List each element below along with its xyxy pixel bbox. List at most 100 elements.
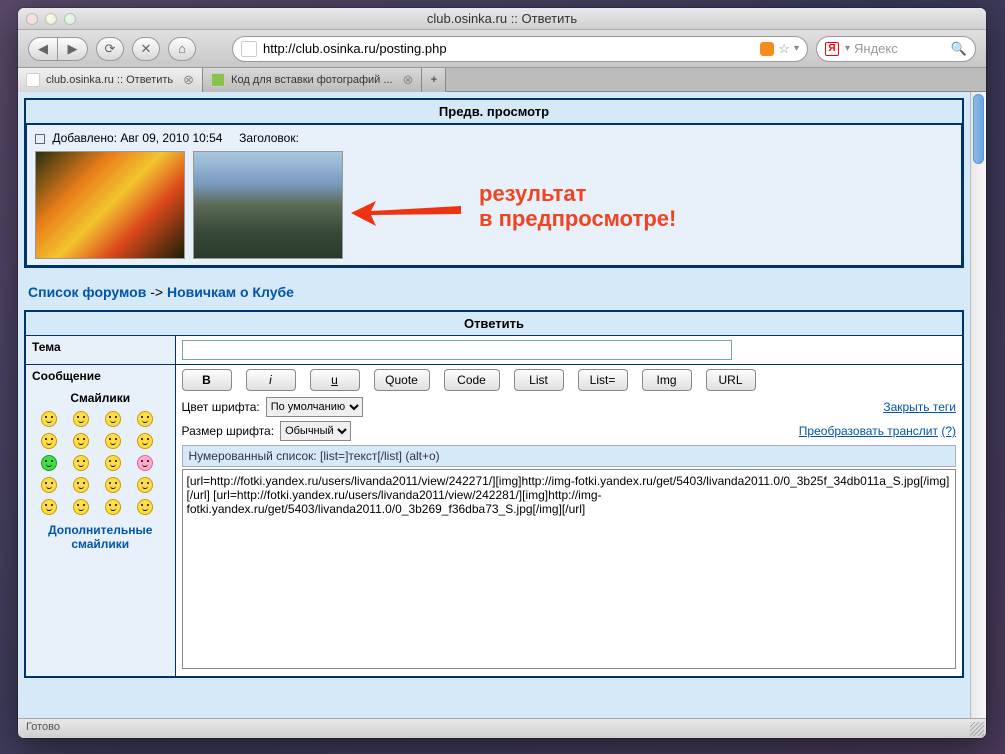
message-editor-cell: B i u Quote Code List List= Img URL Цвет… (175, 365, 963, 678)
back-button[interactable]: ◀ (28, 37, 58, 61)
smiley-icon[interactable] (137, 433, 153, 449)
nav-buttons: ◀ ▶ (28, 37, 88, 61)
form-header: Ответить (25, 311, 963, 336)
browser-window: club.osinka.ru :: Ответить ◀ ▶ ⟳ ✕ ⌂ htt… (18, 8, 986, 738)
quote-button[interactable]: Quote (374, 369, 430, 391)
annotation-arrow (351, 196, 461, 226)
preview-image-1 (35, 151, 185, 259)
smiley-icon[interactable] (137, 477, 153, 493)
smiley-icon[interactable] (41, 477, 57, 493)
titlebar: club.osinka.ru :: Ответить (18, 8, 986, 30)
font-size-label: Размер шрифта: (182, 424, 275, 438)
subject-label: Тема (25, 336, 175, 365)
search-field[interactable]: Я ▾ Яндекс 🔍 (816, 36, 976, 62)
new-tab-button[interactable]: + (422, 68, 446, 92)
smiley-icon[interactable] (73, 455, 89, 471)
smiley-icon[interactable] (137, 411, 153, 427)
traffic-lights (26, 13, 76, 25)
smiley-icon[interactable] (73, 477, 89, 493)
toolbar: ◀ ▶ ⟳ ✕ ⌂ http://club.osinka.ru/posting.… (18, 30, 986, 68)
reply-form: Ответить Тема Сообщение Смайлики Доп (24, 310, 964, 678)
underline-button[interactable]: u (310, 369, 360, 391)
forward-button[interactable]: ▶ (58, 37, 88, 61)
translit-help-link[interactable]: (?) (941, 424, 956, 438)
window-title: club.osinka.ru :: Ответить (18, 11, 986, 26)
url-text: http://club.osinka.ru/posting.php (263, 41, 447, 56)
dropdown-icon[interactable]: ▾ (794, 43, 799, 54)
preview-header: Предв. просмотр (26, 100, 962, 124)
bold-button[interactable]: B (182, 369, 232, 391)
smiley-icon[interactable] (105, 477, 121, 493)
home-button[interactable]: ⌂ (168, 37, 196, 61)
preview-panel: Предв. просмотр Добавлено: Авг 09, 2010 … (24, 98, 964, 268)
close-window-button[interactable] (26, 13, 38, 25)
smiley-icon[interactable] (41, 499, 57, 515)
bbcode-hint: Нумерованный список: [list=]текст[/list]… (182, 445, 957, 467)
zoom-window-button[interactable] (64, 13, 76, 25)
subject-input[interactable] (182, 340, 732, 360)
breadcrumb-current[interactable]: Новичкам о Клубе (167, 284, 294, 300)
stop-button[interactable]: ✕ (132, 37, 160, 61)
smiley-icon[interactable] (105, 499, 121, 515)
yandex-icon: Я (825, 42, 839, 56)
smiley-icon[interactable] (105, 455, 121, 471)
bbcode-toolbar: B i u Quote Code List List= Img URL (182, 369, 957, 391)
font-color-label: Цвет шрифта: (182, 400, 260, 414)
resize-grip[interactable] (970, 722, 984, 736)
tab-1[interactable]: club.osinka.ru :: Ответить ⊗ (18, 68, 203, 92)
close-tags-link[interactable]: Закрыть теги (883, 400, 956, 414)
search-placeholder: Яндекс (854, 41, 898, 56)
breadcrumb: Список форумов -> Новичкам о Клубе (24, 268, 964, 310)
img-button[interactable]: Img (642, 369, 692, 391)
message-label: Сообщение (32, 369, 169, 383)
tab-close-icon[interactable]: ⊗ (183, 72, 194, 88)
annotation-text: результат в предпросмотре! (479, 181, 676, 232)
tab-favicon (211, 73, 225, 87)
more-smileys-link[interactable]: Дополнительные смайлики (48, 523, 152, 551)
smiley-icon[interactable] (41, 411, 57, 427)
tab-label: Код для вставки фотографий ... (231, 74, 393, 86)
url-bar[interactable]: http://club.osinka.ru/posting.php ☆ ▾ (232, 36, 808, 62)
smiley-icon[interactable] (41, 433, 57, 449)
status-bar: Готово (18, 718, 986, 738)
status-text: Готово (26, 721, 60, 733)
smiley-icon[interactable] (137, 455, 153, 471)
font-color-select[interactable]: По умолчанию (266, 397, 363, 417)
post-meta: Добавлено: Авг 09, 2010 10:54 Заголовок: (35, 131, 953, 145)
vertical-scrollbar[interactable] (970, 92, 986, 718)
smileys-grid (32, 411, 169, 515)
tab-2[interactable]: Код для вставки фотографий ... ⊗ (203, 68, 422, 92)
message-textarea[interactable] (182, 469, 957, 669)
smiley-icon[interactable] (137, 499, 153, 515)
tab-bar: club.osinka.ru :: Ответить ⊗ Код для вст… (18, 68, 986, 92)
tab-close-icon[interactable]: ⊗ (403, 72, 414, 88)
smileys-title: Смайлики (32, 391, 169, 405)
tab-favicon (26, 73, 40, 87)
smiley-icon[interactable] (41, 455, 57, 471)
url-button[interactable]: URL (706, 369, 756, 391)
minimize-window-button[interactable] (45, 13, 57, 25)
code-button[interactable]: Code (444, 369, 500, 391)
smiley-icon[interactable] (105, 433, 121, 449)
smiley-icon[interactable] (73, 411, 89, 427)
translit-link[interactable]: Преобразовать транслит (799, 424, 938, 438)
italic-button[interactable]: i (246, 369, 296, 391)
search-icon: 🔍 (951, 41, 967, 57)
preview-post: Добавлено: Авг 09, 2010 10:54 Заголовок:… (26, 124, 962, 266)
font-size-select[interactable]: Обычный (280, 421, 351, 441)
scrollbar-thumb[interactable] (973, 94, 984, 164)
rss-icon[interactable] (760, 42, 774, 56)
bookmark-icon[interactable]: ☆ (778, 41, 790, 57)
tab-label: club.osinka.ru :: Ответить (46, 74, 173, 86)
list-button[interactable]: List (514, 369, 564, 391)
smiley-icon[interactable] (105, 411, 121, 427)
breadcrumb-forum-list[interactable]: Список форумов (28, 284, 146, 300)
smiley-icon[interactable] (73, 433, 89, 449)
reload-button[interactable]: ⟳ (96, 37, 124, 61)
list-eq-button[interactable]: List= (578, 369, 628, 391)
message-cell: Сообщение Смайлики Дополнительные смайли… (25, 365, 175, 678)
smiley-icon[interactable] (73, 499, 89, 515)
page-content: Предв. просмотр Добавлено: Авг 09, 2010 … (18, 92, 970, 718)
preview-image-2 (193, 151, 343, 259)
post-icon (35, 134, 45, 144)
